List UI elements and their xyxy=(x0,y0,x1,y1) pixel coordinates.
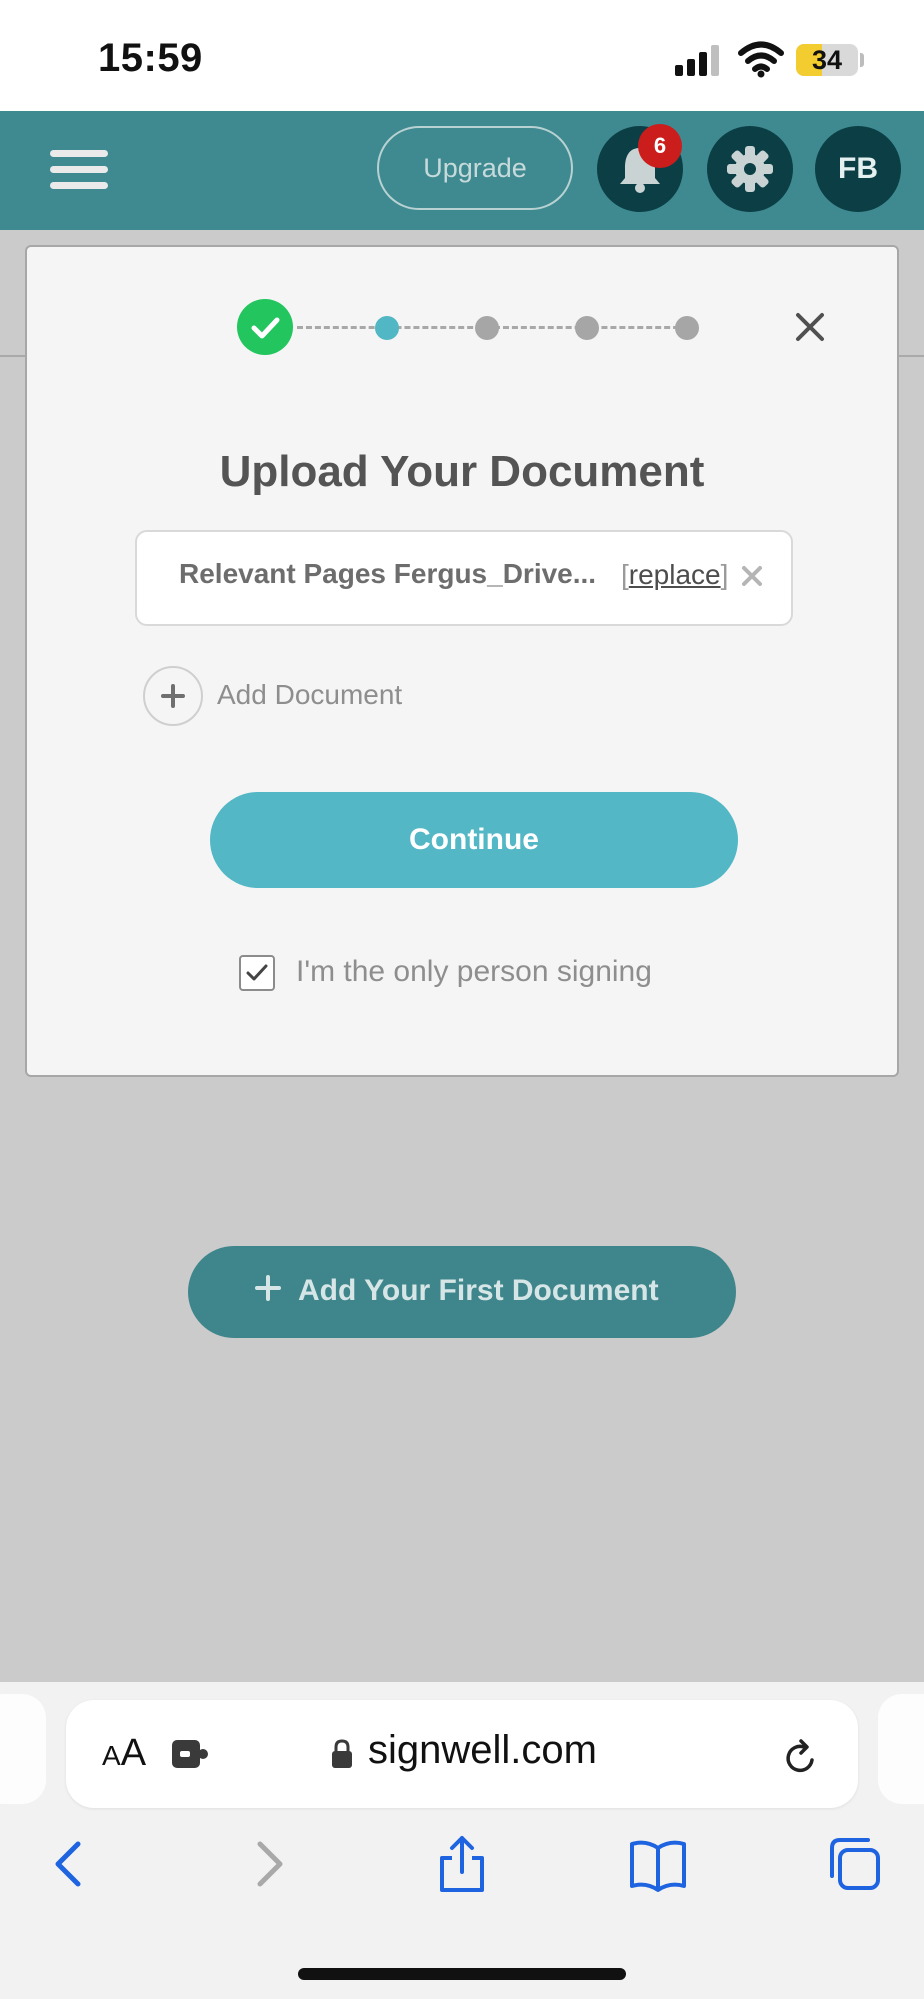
bracket-close: ] xyxy=(720,559,729,590)
modal-title: Upload Your Document xyxy=(219,447,705,496)
add-document-label: Add Document xyxy=(217,679,403,710)
extension-icon[interactable] xyxy=(170,1738,210,1770)
bookmarks-icon[interactable] xyxy=(628,1834,688,1894)
url-text[interactable]: signwell.com xyxy=(368,1728,597,1773)
profile-avatar[interactable]: FB xyxy=(815,126,901,212)
add-first-document-label: Add Your First Document xyxy=(298,1274,659,1307)
hamburger-menu-icon[interactable] xyxy=(50,148,110,192)
upload-document-modal: Upload Your Document Relevant Pages Ferg… xyxy=(25,245,899,1077)
share-icon[interactable] xyxy=(432,1834,492,1894)
step-4 xyxy=(575,316,599,340)
gear-icon xyxy=(727,146,773,192)
uploaded-file-row: Relevant Pages Fergus_Drive... [replace] xyxy=(135,530,793,626)
avatar-initials: FB xyxy=(838,152,878,185)
step-1-completed xyxy=(237,299,293,355)
bracket-open: [ xyxy=(621,559,629,590)
address-bar[interactable]: AA signwell.com xyxy=(66,1700,858,1808)
plus-icon xyxy=(255,1275,281,1301)
progress-stepper xyxy=(237,299,707,355)
previous-tab-preview[interactable] xyxy=(0,1694,46,1804)
forward-icon[interactable] xyxy=(238,1834,298,1894)
settings-button[interactable] xyxy=(707,126,793,212)
tabs-icon[interactable] xyxy=(824,1834,884,1894)
upgrade-button[interactable]: Upgrade xyxy=(377,126,573,210)
battery-icon: 34 xyxy=(796,44,858,76)
add-plus-icon xyxy=(143,666,203,726)
battery-nub xyxy=(860,53,864,67)
replace-file-link[interactable]: replace xyxy=(629,559,721,590)
wifi-icon xyxy=(738,41,784,78)
add-first-document-button[interactable]: Add Your First Document xyxy=(188,1246,736,1338)
text-size-button[interactable]: AA xyxy=(102,1732,146,1775)
notification-count-badge: 6 xyxy=(638,124,682,168)
uploaded-file-name: Relevant Pages Fergus_Drive... xyxy=(179,558,597,589)
battery-percent: 34 xyxy=(811,45,843,75)
step-2-current xyxy=(375,316,399,340)
checkmark-icon xyxy=(251,317,280,339)
remove-file-icon[interactable] xyxy=(740,564,764,588)
only-signer-label: I'm the only person signing xyxy=(296,955,652,988)
app-header: Upgrade FB xyxy=(0,111,924,230)
cellular-signal-icon xyxy=(675,44,721,76)
replace-control: [replace] xyxy=(621,559,728,591)
next-tab-preview[interactable] xyxy=(878,1694,924,1804)
reload-icon[interactable] xyxy=(782,1736,820,1776)
home-indicator[interactable] xyxy=(298,1968,626,1980)
status-bar: 15:59 34 xyxy=(0,0,924,111)
browser-chrome: AA signwell.com xyxy=(0,1682,924,1999)
step-5 xyxy=(675,316,699,340)
back-icon[interactable] xyxy=(40,1834,100,1894)
checkmark-icon xyxy=(246,964,268,981)
step-3 xyxy=(475,316,499,340)
lock-icon xyxy=(332,1739,352,1768)
close-icon[interactable] xyxy=(790,307,830,347)
status-time: 15:59 xyxy=(98,36,203,80)
continue-button[interactable]: Continue xyxy=(210,792,738,888)
only-signer-checkbox[interactable] xyxy=(239,955,275,991)
